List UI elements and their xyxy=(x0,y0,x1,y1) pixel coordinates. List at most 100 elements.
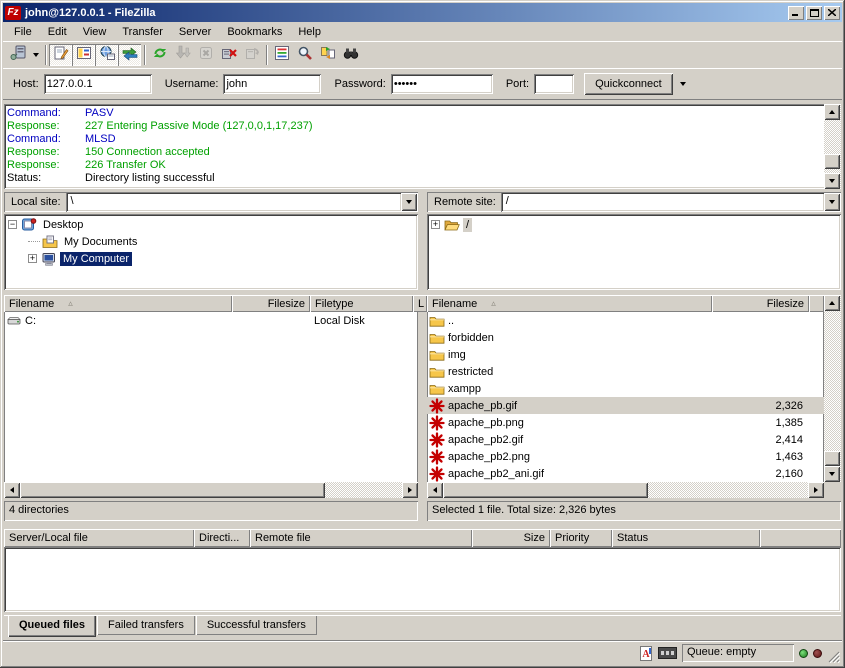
maximize-button[interactable] xyxy=(806,6,822,20)
remote-site-combobox[interactable]: / xyxy=(502,193,840,211)
scroll-thumb[interactable] xyxy=(20,482,325,498)
file-row[interactable]: C:Local Disk xyxy=(4,312,418,329)
file-size: 2,414 xyxy=(712,434,809,446)
menu-item-bookmarks[interactable]: Bookmarks xyxy=(219,24,290,40)
queue-column-directi-[interactable]: Directi... xyxy=(194,529,250,547)
file-row[interactable]: apache_pb2.png1,463 xyxy=(427,448,824,465)
remote-site-dropdown[interactable] xyxy=(824,193,840,211)
remote-vscrollbar[interactable] xyxy=(824,295,841,482)
file-row[interactable]: apache_pb2_ani.gif2,160 xyxy=(427,465,824,482)
port-input[interactable] xyxy=(534,74,574,94)
scroll-down-button[interactable] xyxy=(824,466,840,482)
tab-successful-transfers[interactable]: Successful transfers xyxy=(196,616,317,635)
scroll-thumb[interactable] xyxy=(824,451,840,466)
message-log-lines: Command:PASVResponse:227 Entering Passiv… xyxy=(4,104,824,189)
arrow-right-icon xyxy=(408,487,412,493)
toggle-local-tree-button[interactable] xyxy=(72,44,95,66)
local-site-dropdown[interactable] xyxy=(401,193,417,211)
host-input[interactable] xyxy=(44,74,152,94)
site-manager-dropdown[interactable] xyxy=(29,44,42,66)
close-button[interactable] xyxy=(824,6,840,20)
scroll-up-button[interactable] xyxy=(824,104,840,120)
file-row[interactable]: apache_pb.png1,385 xyxy=(427,414,824,431)
file-row[interactable]: xampp xyxy=(427,380,824,397)
transfer-type-icon: A xyxy=(639,646,653,661)
menu-item-edit[interactable]: Edit xyxy=(40,24,75,40)
folder-icon xyxy=(429,330,445,346)
remote-panel: Remote site: / +/ Filename▵Filesize ..fo… xyxy=(427,192,841,523)
menu-item-view[interactable]: View xyxy=(75,24,115,40)
tab-queued-files[interactable]: Queued files xyxy=(8,616,96,637)
queue-column-server-local-file[interactable]: Server/Local file xyxy=(4,529,194,547)
compare-button[interactable] xyxy=(316,44,339,66)
find-files-button[interactable] xyxy=(293,44,316,66)
local-site-combobox[interactable]: \ xyxy=(67,193,417,211)
scroll-down-button[interactable] xyxy=(824,173,840,189)
sync-browse-button[interactable] xyxy=(339,44,362,66)
site-manager-button[interactable] xyxy=(6,44,29,66)
file-row[interactable]: apache_pb.gif2,326 xyxy=(427,397,824,414)
scroll-thumb[interactable] xyxy=(443,482,648,498)
refresh-button[interactable] xyxy=(148,44,171,66)
scroll-left-button[interactable] xyxy=(4,482,20,498)
scroll-left-button[interactable] xyxy=(427,482,443,498)
tree-item--[interactable]: +/ xyxy=(427,216,841,233)
collapse-icon[interactable]: − xyxy=(8,220,17,229)
scroll-right-button[interactable] xyxy=(808,482,824,498)
username-input[interactable] xyxy=(223,74,321,94)
menu-bar: FileEditViewTransferServerBookmarksHelp xyxy=(3,22,842,41)
file-row[interactable]: forbidden xyxy=(427,329,824,346)
queue-column-remote-file[interactable]: Remote file xyxy=(250,529,472,547)
file-row[interactable]: img xyxy=(427,346,824,363)
tab-failed-transfers[interactable]: Failed transfers xyxy=(97,616,195,635)
menu-item-file[interactable]: File xyxy=(6,24,40,40)
file-row[interactable]: .. xyxy=(427,312,824,329)
expand-icon[interactable]: + xyxy=(431,220,440,229)
column-header-filename[interactable]: Filename▵ xyxy=(4,295,232,312)
message-log-icon xyxy=(53,45,69,64)
tree-item-desktop[interactable]: −Desktop xyxy=(4,216,418,233)
reconnect-button[interactable] xyxy=(240,44,263,66)
toggle-queue-button[interactable] xyxy=(118,44,141,66)
log-line-text: MLSD xyxy=(85,133,116,146)
menu-item-transfer[interactable]: Transfer xyxy=(114,24,171,40)
scroll-thumb[interactable] xyxy=(824,154,840,169)
remote-hscrollbar[interactable] xyxy=(427,482,824,498)
queue-column-priority[interactable]: Priority xyxy=(550,529,612,547)
log-line-text: Directory listing successful xyxy=(85,172,215,185)
column-header-filesize[interactable]: Filesize xyxy=(712,295,809,312)
resize-grip[interactable] xyxy=(827,650,840,663)
toggle-message-log-button[interactable] xyxy=(49,44,72,66)
column-header-l[interactable]: L xyxy=(413,295,427,312)
queue-column-status[interactable]: Status xyxy=(612,529,760,547)
filter-button[interactable] xyxy=(270,44,293,66)
remote-site-row: Remote site: / xyxy=(427,192,841,212)
column-header-filesize[interactable]: Filesize xyxy=(232,295,310,312)
log-scrollbar[interactable] xyxy=(824,104,841,189)
scroll-up-button[interactable] xyxy=(824,295,840,311)
queue-column-size[interactable]: Size xyxy=(472,529,550,547)
disconnect-button[interactable] xyxy=(217,44,240,66)
tree-item-my-computer[interactable]: +My Computer xyxy=(4,250,418,267)
menu-item-server[interactable]: Server xyxy=(171,24,219,40)
quickconnect-button[interactable]: Quickconnect xyxy=(584,73,673,95)
queue-view-icon xyxy=(122,45,138,64)
tree-item-my-documents[interactable]: My Documents xyxy=(4,233,418,250)
expand-icon[interactable]: + xyxy=(28,254,37,263)
toggle-remote-tree-button[interactable] xyxy=(95,44,118,66)
file-row[interactable]: apache_pb2.gif2,414 xyxy=(427,431,824,448)
quickconnect-dropdown[interactable] xyxy=(675,73,691,95)
column-header-filetype[interactable]: Filetype xyxy=(310,295,413,312)
username-label: Username: xyxy=(165,78,219,90)
password-input[interactable] xyxy=(391,74,493,94)
queue-tabs: Queued filesFailed transfersSuccessful t… xyxy=(4,615,841,638)
column-header-filename[interactable]: Filename▵ xyxy=(427,295,712,312)
process-queue-button[interactable] xyxy=(171,44,194,66)
minimize-button[interactable] xyxy=(788,6,804,20)
cancel-button[interactable] xyxy=(194,44,217,66)
scroll-right-button[interactable] xyxy=(402,482,418,498)
tree-connector xyxy=(28,241,40,242)
file-row[interactable]: restricted xyxy=(427,363,824,380)
local-hscrollbar[interactable] xyxy=(4,482,418,498)
menu-item-help[interactable]: Help xyxy=(290,24,329,40)
